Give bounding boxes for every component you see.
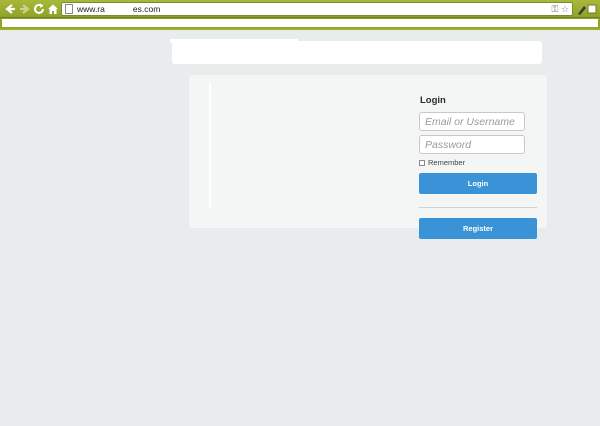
menu-icon (587, 4, 597, 14)
username-input[interactable] (419, 112, 525, 131)
star-icon[interactable]: ☆ (561, 4, 569, 14)
login-button[interactable]: Login (419, 173, 537, 194)
bookmarks-bar-surface (2, 19, 598, 27)
home-icon[interactable] (46, 2, 60, 16)
url-text: www.ra es.com (77, 4, 161, 14)
password-input[interactable] (419, 135, 525, 154)
panel-left-divider (209, 83, 211, 209)
forward-arrow-icon[interactable] (18, 2, 32, 16)
register-button[interactable]: Register (419, 218, 537, 239)
key-icon[interactable]: ⚿ (552, 4, 559, 14)
remember-checkbox[interactable] (419, 160, 425, 167)
remember-label: Remember (428, 158, 466, 167)
back-arrow-icon[interactable] (3, 2, 17, 16)
form-divider (419, 207, 537, 208)
address-bar[interactable]: www.ra es.com ⚿ ☆ (61, 2, 573, 16)
page-icon (65, 4, 73, 14)
address-bar-icons: ⚿ ☆ (552, 3, 569, 15)
remember-option[interactable]: Remember (419, 158, 465, 168)
extension-icons (576, 2, 598, 16)
login-heading: Login (420, 95, 446, 106)
browser-toolbar: www.ra es.com ⚿ ☆ (0, 0, 600, 18)
reload-icon[interactable] (32, 2, 46, 16)
chrome-bottom-border (0, 28, 600, 30)
pen-icon (578, 6, 586, 15)
top-banner (170, 39, 542, 64)
